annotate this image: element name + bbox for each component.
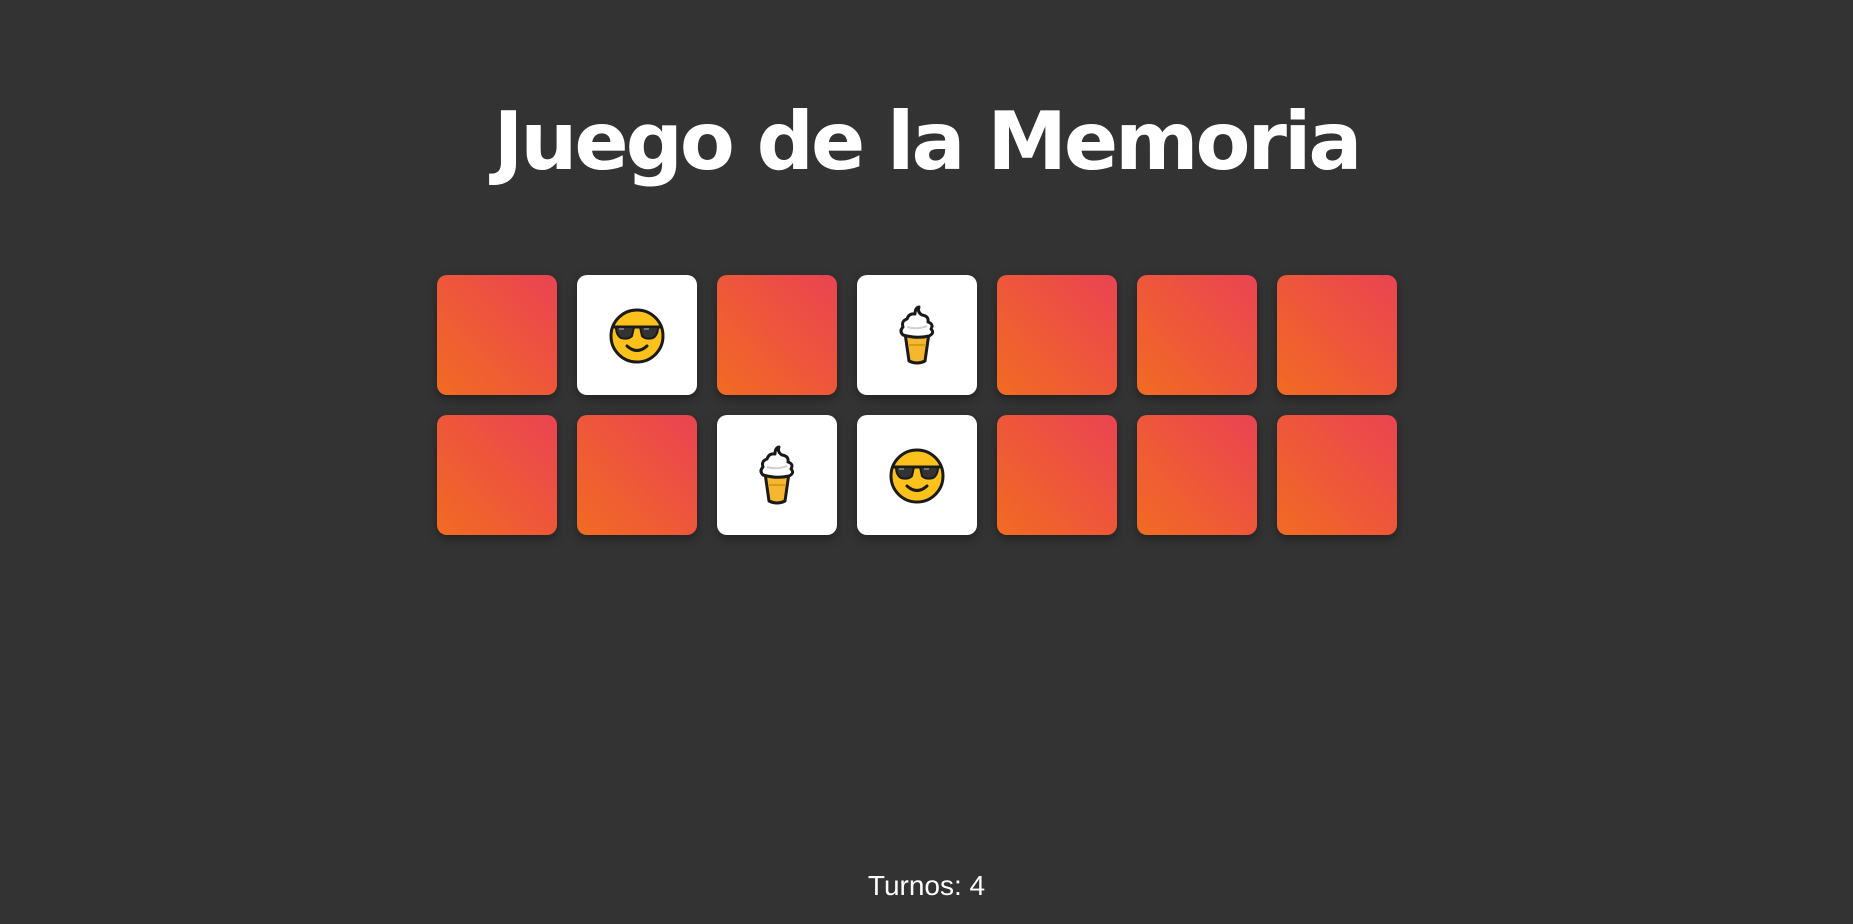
card-hidden[interactable] [1137, 415, 1257, 535]
card-hidden[interactable] [437, 415, 557, 535]
card-revealed[interactable] [717, 415, 837, 535]
turns-value: 4 [969, 870, 986, 901]
card-hidden[interactable] [437, 275, 557, 395]
card-hidden[interactable] [1137, 275, 1257, 395]
turns-label: Turnos: [867, 870, 962, 901]
card-hidden[interactable] [1277, 275, 1397, 395]
card-revealed[interactable] [857, 415, 977, 535]
ice-cream-icon [755, 445, 799, 505]
turns-counter: Turnos: 4 [0, 866, 1853, 906]
sunglasses-face-icon [887, 445, 947, 505]
card-hidden[interactable] [1277, 415, 1397, 535]
sunglasses-face-icon [607, 305, 667, 365]
card-hidden[interactable] [997, 275, 1117, 395]
card-revealed[interactable] [577, 275, 697, 395]
card-hidden[interactable] [997, 415, 1117, 535]
card-hidden[interactable] [577, 415, 697, 535]
card-revealed[interactable] [857, 275, 977, 395]
ice-cream-icon [895, 305, 939, 365]
card-grid [437, 275, 1397, 535]
card-hidden[interactable] [717, 275, 837, 395]
page-title: Juego de la Memoria [493, 95, 1363, 188]
